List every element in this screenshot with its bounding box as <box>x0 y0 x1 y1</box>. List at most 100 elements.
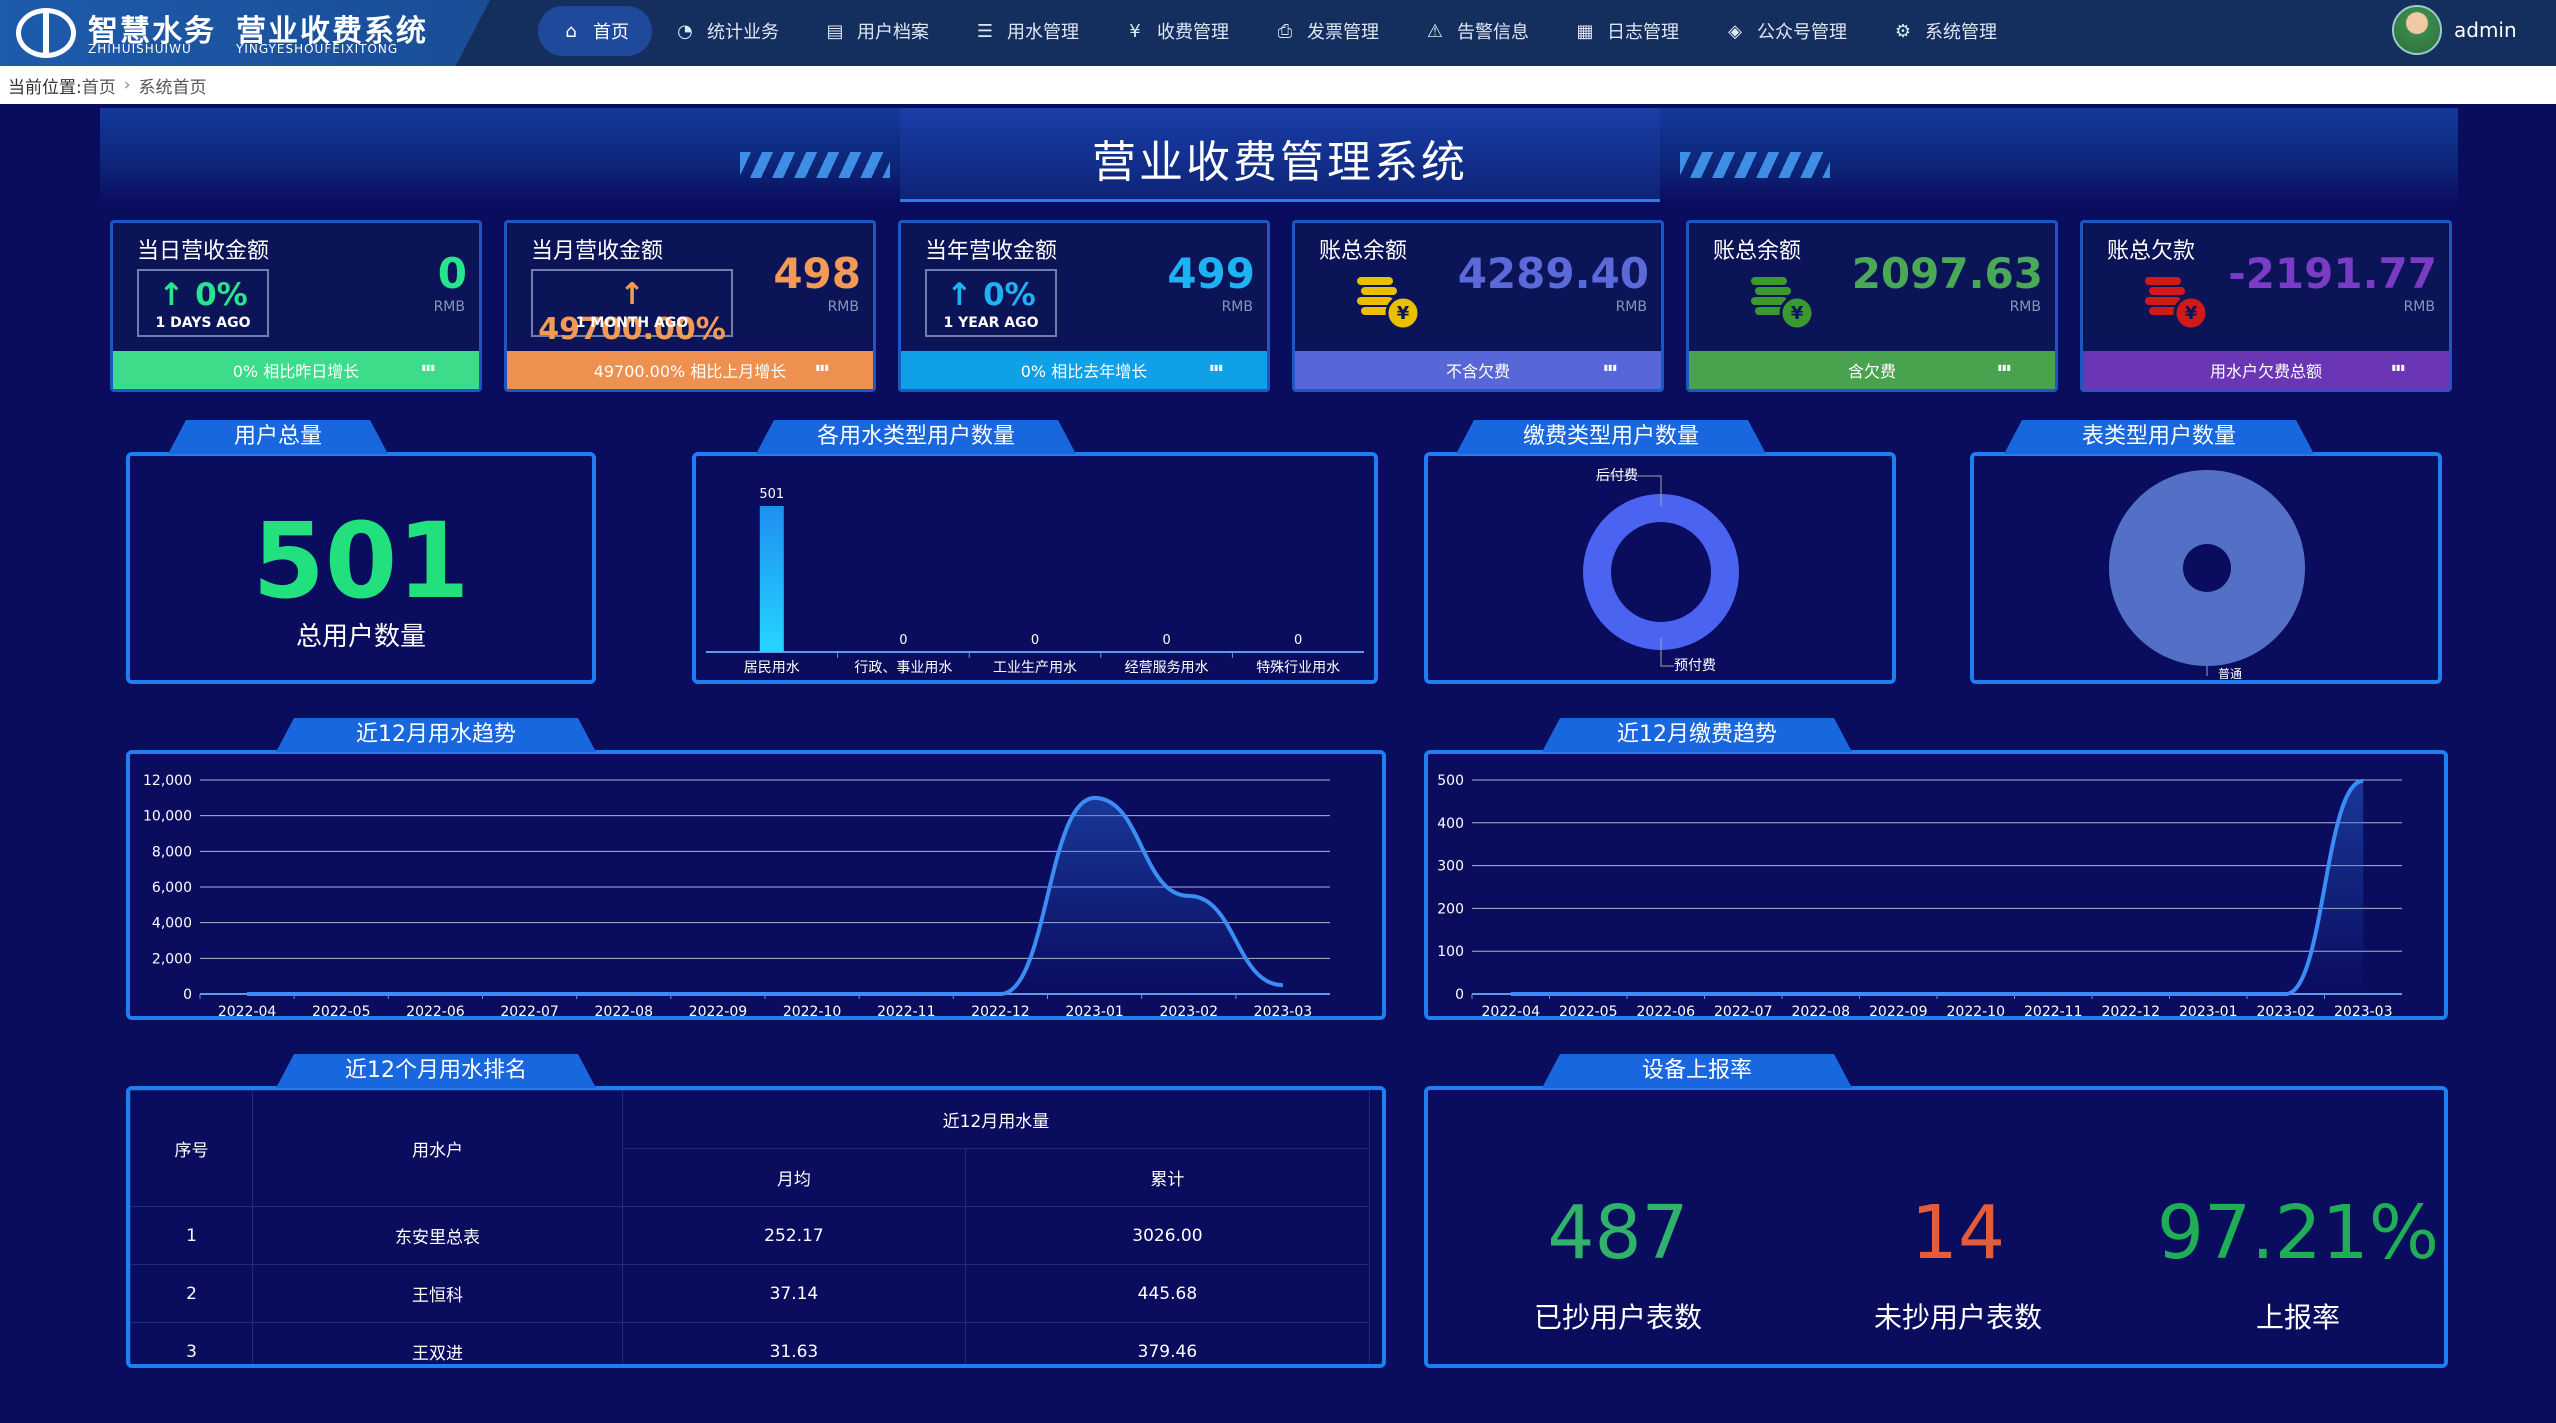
card-footer-text: 0% 相比昨日增长 <box>232 362 360 381</box>
summary-card: 账总余额 ¥4289.40 RMB 不含欠费 ▮▮▮ <box>1292 220 1664 392</box>
summary-card: 账总余额 ¥2097.63 RMB 含欠费 ▮▮▮ <box>1686 220 2058 392</box>
x-tick-label: 2023-03 <box>1254 1004 1313 1016</box>
logo-subtitle: ZHIHUISHUIWU <box>88 42 192 56</box>
nav-label: 首页 <box>593 22 629 43</box>
card-value: 499 <box>1167 249 1255 298</box>
card-change-pct: ↑ 0% <box>139 277 267 313</box>
y-tick-label: 500 <box>1437 773 1464 789</box>
bar-chart-icon[interactable]: ▮▮▮ <box>816 363 829 372</box>
meter-type-pie-chart: 普通 <box>2109 470 2305 681</box>
y-tick-label: 100 <box>1437 944 1464 960</box>
nav-item-0[interactable]: ⌂ 首页 <box>538 6 652 56</box>
card-label: 当月营收金额 <box>531 239 664 264</box>
pie-hole <box>2183 544 2231 592</box>
table-row[interactable]: 1 东安里总表 252.17 3026.00 <box>130 1206 1371 1265</box>
bar-chart-icon[interactable]: ▮▮▮ <box>2392 363 2405 372</box>
table-row[interactable]: 3 王双进 31.63 379.46 <box>130 1322 1371 1364</box>
bar-chart-icon[interactable]: ▮▮▮ <box>1998 363 2011 372</box>
card-change-value: 0% <box>195 277 248 313</box>
nav-item-5[interactable]: ⎙ 发票管理 <box>1252 6 1402 56</box>
breadcrumb-separator-icon: › <box>123 75 131 95</box>
card-change-period: 1 YEAR AGO <box>943 315 1039 331</box>
table-row[interactable]: 2 王恒科 37.14 445.68 <box>130 1264 1371 1323</box>
nav-item-9[interactable]: ⚙ 系统管理 <box>1870 6 2020 56</box>
card-change-box: ↑ 49700.00% 1 MONTH AGO <box>531 269 733 347</box>
card-change-value: 0% <box>983 277 1036 313</box>
cell-index: 3 <box>130 1322 253 1364</box>
x-tick-label: 2022-06 <box>1637 1004 1696 1016</box>
col-index: 序号 <box>130 1090 253 1207</box>
nav-item-6[interactable]: ⚠ 告警信息 <box>1402 6 1552 56</box>
warning-icon: ⚠ <box>1426 20 1444 42</box>
nav-item-3[interactable]: ☰ 用水管理 <box>952 6 1102 56</box>
breadcrumb-current: 系统首页 <box>138 77 207 98</box>
coins-icon: ¥ <box>1357 277 1421 331</box>
avatar[interactable] <box>2392 5 2442 55</box>
user-menu[interactable]: admin <box>2392 5 2517 55</box>
nav-item-1[interactable]: ◔ 统计业务 <box>652 6 802 56</box>
x-tick-label: 2022-08 <box>595 1004 654 1016</box>
nav-item-8[interactable]: ◈ 公众号管理 <box>1702 6 1870 56</box>
main-nav: ⌂ 首页 ◔ 统计业务 ▤ 用户档案 ☰ 用水管理 ¥ 收费管理 ⎙ 发票管理 ⚠ 告警信息 ▦ 日志管理 ◈ 公… <box>538 6 2020 56</box>
report-stat-label: 上报率 <box>2255 1301 2340 1334</box>
summary-card: 当月营收金额 ↑ 49700.00% 1 MONTH AGO 498 RMB 49700.… <box>504 220 876 392</box>
x-tick-label: 2022-12 <box>2102 1004 2161 1016</box>
card-footer-text: 不含欠费 <box>1445 362 1510 381</box>
x-tick-label: 2022-07 <box>1714 1004 1773 1016</box>
breadcrumb-home[interactable]: 首页 <box>82 73 116 98</box>
x-tick-label: 2023-02 <box>1160 1004 1219 1016</box>
card-label: 账总余额 <box>1713 239 1802 264</box>
card-footer-text: 49700.00% 相比上月增长 <box>593 362 787 381</box>
x-tick-label: 2022-08 <box>1792 1004 1851 1016</box>
nav-item-4[interactable]: ¥ 收费管理 <box>1102 6 1252 56</box>
donut-label-postpaid: 后付费 <box>1596 468 1638 484</box>
ranking-body: 1 东安里总表 252.17 3026.00 2 王恒科 37.14 445.68 3 王双进 31… <box>130 1206 1371 1364</box>
card-label: 账总余额 <box>1319 239 1408 264</box>
arrow-up-icon: ↑ <box>619 277 645 312</box>
cell-index: 1 <box>130 1206 253 1265</box>
nav-label: 系统管理 <box>1925 22 1997 43</box>
cell-total: 445.68 <box>964 1264 1371 1323</box>
coins-icon: ¥ <box>2145 277 2209 331</box>
card-footer: 不含欠费 ▮▮▮ <box>1295 351 1661 389</box>
table-header-row: 序号 用水户 近12月用水量 <box>130 1090 1370 1207</box>
x-tick-label: 2022-07 <box>500 1004 559 1016</box>
x-tick-label: 2022-05 <box>1559 1004 1618 1016</box>
bar-chart-icon[interactable]: ▮▮▮ <box>422 363 435 372</box>
pay-trend-panel: 0 100 200 300 400 500 2022-04 2022-05 2022-06 202… <box>1424 750 2448 1020</box>
col-total: 累计 <box>964 1148 1371 1207</box>
y-tick-label: 10,000 <box>143 809 192 825</box>
cell-avg: 31.63 <box>622 1322 966 1364</box>
cell-user: 王恒科 <box>252 1264 623 1323</box>
arrow-up-icon: ↑ <box>946 277 984 313</box>
username[interactable]: admin <box>2454 18 2517 42</box>
nav-label: 用水管理 <box>1007 22 1079 43</box>
cell-avg: 252.17 <box>622 1206 966 1265</box>
card-footer: 用水户欠费总额 ▮▮▮ <box>2083 351 2449 389</box>
user-total-value: 501 <box>252 500 470 622</box>
summary-card: 当日营收金额 ↑ 0% 1 DAYS AGO 0 RMB 0% 相比昨日增长 ▮▮▮ <box>110 220 482 392</box>
bar-value-label: 0 <box>1031 633 1039 648</box>
report-rate-panel: 487 已抄用户表数 14 未抄用户表数 97.21% 上报率 <box>1424 1086 2448 1368</box>
coins-icon: ¥ <box>1751 277 1815 331</box>
card-footer: 49700.00% 相比上月增长 ▮▮▮ <box>507 351 873 389</box>
donut-label-prepaid: 预付费 <box>1674 658 1716 674</box>
nav-label: 统计业务 <box>707 22 779 43</box>
pay-type-tab: 缴费类型用户数量 <box>1456 420 1766 454</box>
usage-trend-line-chart: 0 2,000 4,000 6,000 8,000 10,000 12,000 2022-04… <box>143 773 1330 1020</box>
card-change-period: 1 MONTH AGO <box>575 315 689 331</box>
breadcrumb-prefix: 当前位置: <box>8 77 82 98</box>
nav-item-2[interactable]: ▤ 用户档案 <box>802 6 952 56</box>
report-stat-value: 97.21% <box>2156 1190 2440 1276</box>
nav-label: 公众号管理 <box>1757 22 1847 43</box>
bar-chart-icon[interactable]: ▮▮▮ <box>1604 363 1617 372</box>
x-tick-label: 2022-04 <box>218 1004 277 1016</box>
x-tick-label: 2022-04 <box>1482 1004 1541 1016</box>
water-type-tab: 各用水类型用户数量 <box>756 420 1076 454</box>
card-label: 当年营收金额 <box>925 239 1058 264</box>
x-tick-label: 2022-11 <box>2024 1004 2083 1016</box>
nav-item-7[interactable]: ▦ 日志管理 <box>1552 6 1702 56</box>
series-area <box>1510 780 2364 994</box>
bar-chart-icon[interactable]: ▮▮▮ <box>1210 363 1223 372</box>
report-stat-value: 14 <box>1910 1190 2006 1276</box>
